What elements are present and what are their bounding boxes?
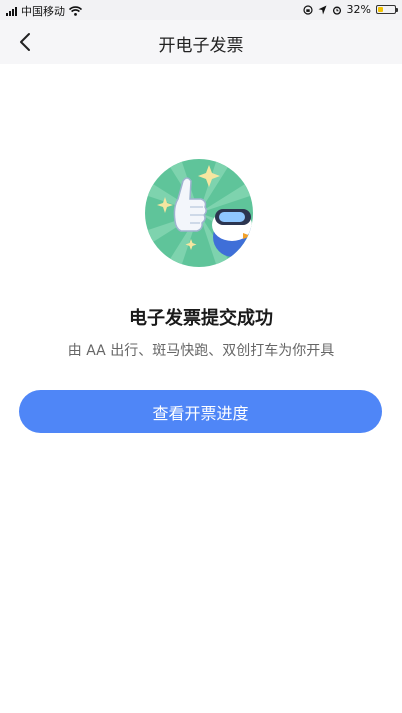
signal-icon [6, 6, 17, 16]
rotation-lock-icon [302, 4, 313, 15]
battery-percent: 32% [346, 3, 371, 16]
status-bar: 中国移动 32% [0, 0, 402, 20]
battery-icon [376, 5, 398, 14]
location-icon [318, 5, 327, 14]
alarm-icon [332, 6, 341, 15]
issuer-subtitle: 由 AA 出行、斑马快跑、双创打车为你开具 [67, 343, 335, 359]
page-title: 开电子发票 [158, 36, 244, 56]
nav-bar: 开电子发票 [0, 20, 402, 64]
success-title: 电子发票提交成功 [129, 308, 273, 329]
view-progress-button[interactable]: 查看开票进度 [19, 390, 382, 433]
status-right: 32% [302, 3, 398, 16]
status-left: 中国移动 [6, 3, 82, 19]
success-illustration [145, 159, 253, 267]
wifi-icon [69, 6, 82, 16]
carrier-label: 中国移动 [21, 5, 65, 18]
